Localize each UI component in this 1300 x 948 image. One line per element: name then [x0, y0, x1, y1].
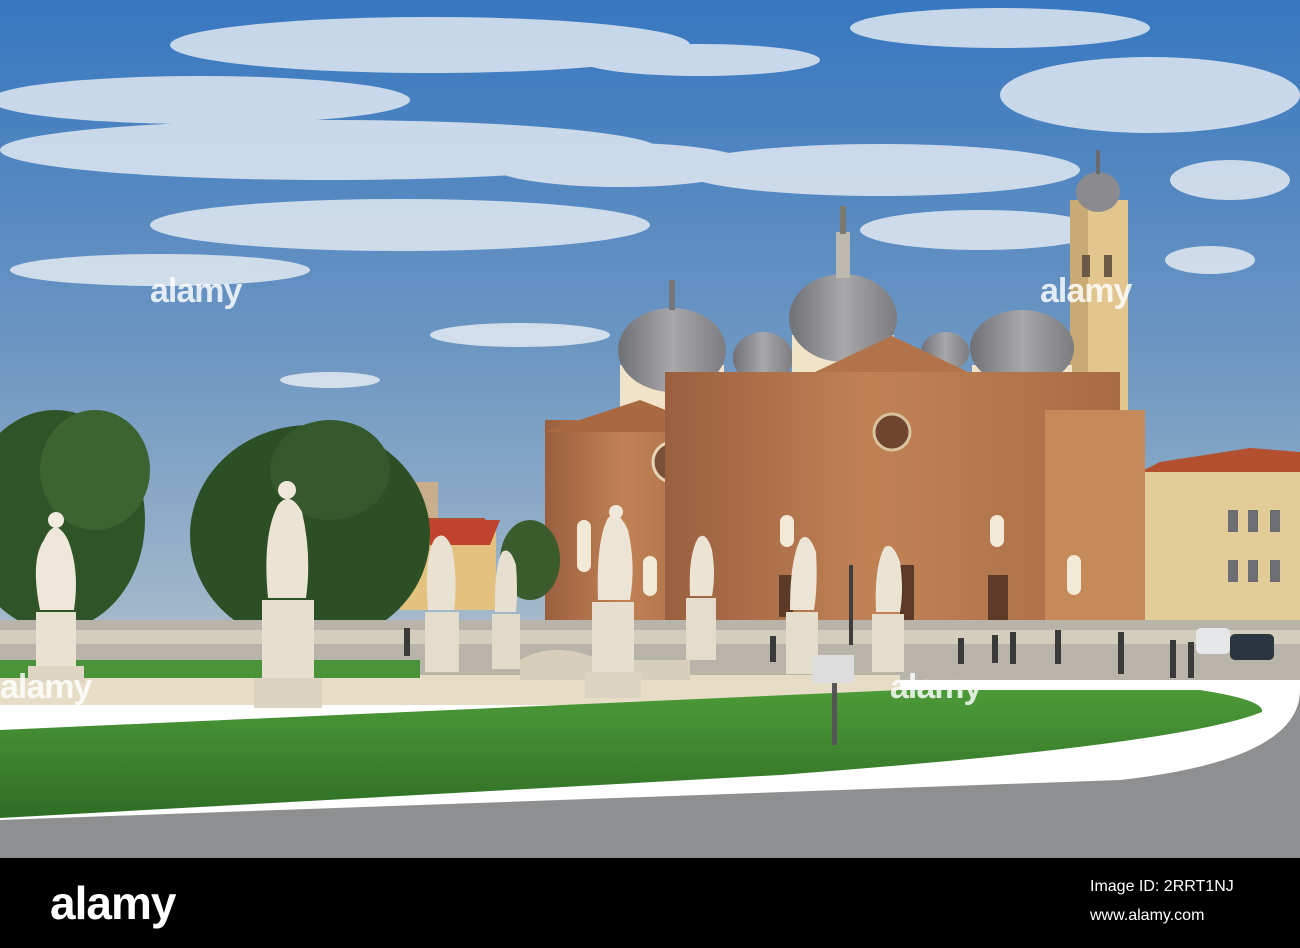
image-id-label: Image ID: 2RRT1NJ: [1090, 878, 1234, 895]
photo-scene: [0, 0, 1300, 858]
watermark-tile: alamy: [0, 668, 92, 706]
rose-window-main: [872, 412, 912, 452]
footer-bar: alamy Image ID: 2RRT1NJ www.alamy.com: [0, 858, 1300, 948]
alamy-logo[interactable]: alamy: [50, 876, 176, 930]
lamp-post: [849, 565, 853, 645]
watermark-tile: alamy: [150, 272, 242, 310]
watermark-tile: alamy: [1040, 272, 1132, 310]
railing: [0, 630, 1300, 644]
car-dark: [1230, 634, 1274, 660]
bell-tower-dome: [1076, 172, 1120, 212]
sign-box: [812, 655, 854, 683]
sign-post: [832, 680, 837, 745]
photo: alamy alamy alamy alamy: [0, 0, 1300, 858]
watermark-tile: alamy: [890, 668, 982, 706]
car-white: [1196, 628, 1230, 654]
site-url-link[interactable]: www.alamy.com: [1090, 907, 1204, 925]
right-building: [1140, 470, 1300, 630]
